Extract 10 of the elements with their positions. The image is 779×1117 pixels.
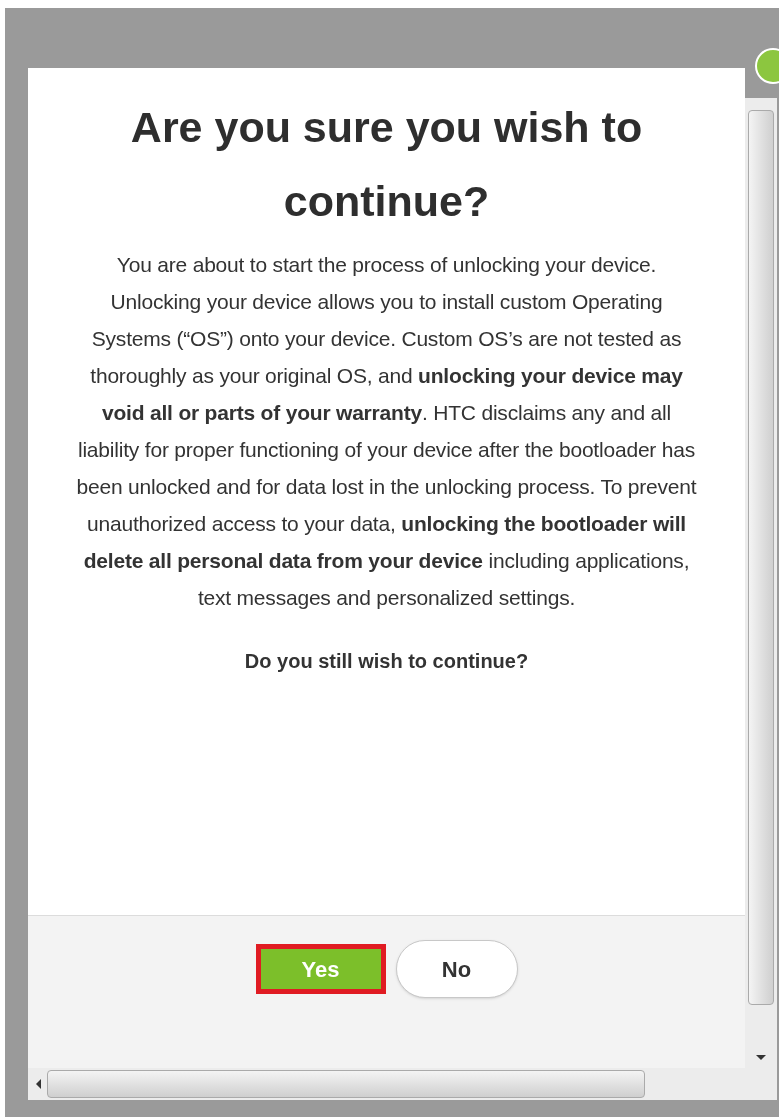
confirm-question: Do you still wish to continue? <box>244 649 529 674</box>
horizontal-scrollbar[interactable] <box>28 1068 745 1100</box>
scrollbar-thumb[interactable] <box>47 1070 645 1098</box>
dialog-title: Are you sure you wish to continue? <box>129 102 644 227</box>
scrollbar-thumb[interactable] <box>748 110 774 1005</box>
dialog-message: You are about to start the process of unlocking your device. Unlocking your device allows you to install custom Operating Systems (“OS”) onto your device. Custom OS’s are not tested as thoroughly as your original OS, and unlocking your device may void all or parts of your warranty. HTC disclaims any and all liability for proper functioning of your device after the bootloader has been unlocked and for data lost in the unlocking process. To prevent unauthorized access to your data, unlocking the bootloader will delete all personal data from your device including applications, text messages and personalized settings. <box>75 252 698 611</box>
vertical-scrollbar[interactable] <box>745 98 777 1100</box>
scroll-down-icon[interactable] <box>756 1055 766 1060</box>
scroll-left-icon[interactable] <box>36 1079 41 1089</box>
dialog-button[interactable]: No <box>395 940 518 998</box>
